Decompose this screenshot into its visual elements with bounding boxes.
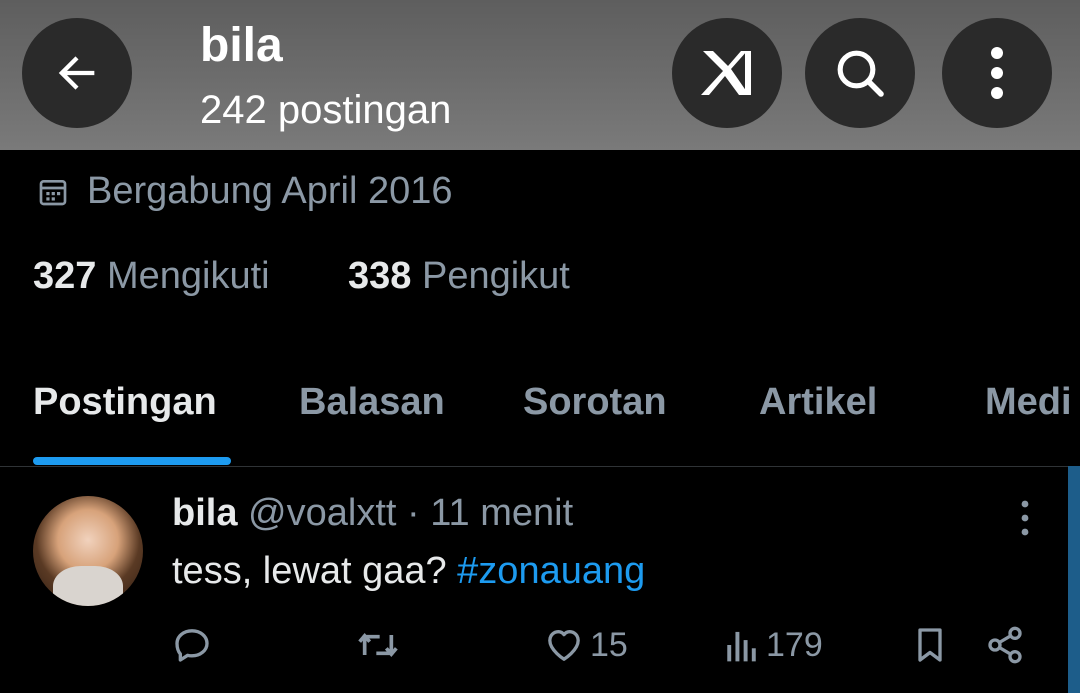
more-vertical-icon bbox=[991, 47, 1003, 99]
following-count: 327 bbox=[33, 255, 97, 297]
more-vertical-icon bbox=[1021, 500, 1029, 536]
profile-header: bila 242 postingan bbox=[0, 0, 1080, 150]
post-text: tess, lewat gaa? #zonauang bbox=[172, 550, 645, 593]
search-button[interactable] bbox=[805, 18, 915, 128]
tab-balasan[interactable]: Balasan bbox=[299, 381, 445, 424]
tab-postingan[interactable]: Postingan bbox=[33, 381, 217, 424]
joined-text: Bergabung April 2016 bbox=[87, 170, 453, 212]
post-more-button[interactable] bbox=[1005, 498, 1045, 538]
post-author-name[interactable]: bila bbox=[172, 492, 237, 534]
followers-count: 338 bbox=[348, 255, 412, 297]
reply-button[interactable] bbox=[172, 620, 212, 670]
like-count: 15 bbox=[590, 625, 628, 664]
post-separator: · bbox=[396, 492, 431, 534]
views-count: 179 bbox=[766, 625, 823, 664]
calendar-icon bbox=[39, 179, 67, 205]
header-name: bila bbox=[200, 19, 283, 72]
following-link[interactable]: 327 Mengikuti bbox=[33, 255, 270, 298]
tab-artikel[interactable]: Artikel bbox=[759, 381, 877, 424]
post-hashtag[interactable]: #zonauang bbox=[457, 550, 645, 592]
heart-icon bbox=[548, 630, 580, 661]
bookmark-button[interactable] bbox=[910, 620, 950, 670]
tab-media[interactable]: Medi bbox=[985, 381, 1072, 424]
post-time[interactable]: 11 menit bbox=[430, 492, 573, 534]
tabs-divider bbox=[0, 466, 1080, 467]
share-icon bbox=[988, 626, 1022, 664]
more-options-button[interactable] bbox=[942, 18, 1052, 128]
active-tab-indicator bbox=[33, 457, 231, 465]
share-button[interactable] bbox=[985, 620, 1025, 670]
reply-icon bbox=[175, 629, 209, 662]
scrollbar[interactable] bbox=[1068, 466, 1080, 693]
header-post-count: 242 postingan bbox=[200, 88, 452, 132]
repost-button[interactable] bbox=[356, 620, 400, 670]
followers-link[interactable]: 338 Pengikut bbox=[348, 255, 570, 298]
post-header: bila @voalxtt · 11 menit bbox=[172, 492, 573, 535]
post-author-handle[interactable]: @voalxtt bbox=[248, 492, 396, 534]
followers-label: Pengikut bbox=[421, 255, 570, 297]
grok-icon bbox=[701, 51, 751, 95]
avatar[interactable] bbox=[33, 496, 143, 606]
views-icon bbox=[727, 631, 756, 662]
grok-button[interactable] bbox=[672, 18, 782, 128]
back-button[interactable] bbox=[22, 18, 132, 128]
bookmark-icon bbox=[918, 628, 942, 662]
following-label: Mengikuti bbox=[106, 255, 270, 297]
views-button[interactable]: 179 bbox=[724, 620, 823, 670]
repost-icon bbox=[358, 633, 398, 657]
back-arrow-icon bbox=[58, 56, 95, 90]
post-body: tess, lewat gaa? bbox=[172, 550, 458, 592]
tab-sorotan[interactable]: Sorotan bbox=[523, 381, 667, 424]
joined-date: Bergabung April 2016 bbox=[37, 170, 453, 213]
search-icon bbox=[837, 50, 884, 97]
like-button[interactable]: 15 bbox=[544, 620, 628, 670]
